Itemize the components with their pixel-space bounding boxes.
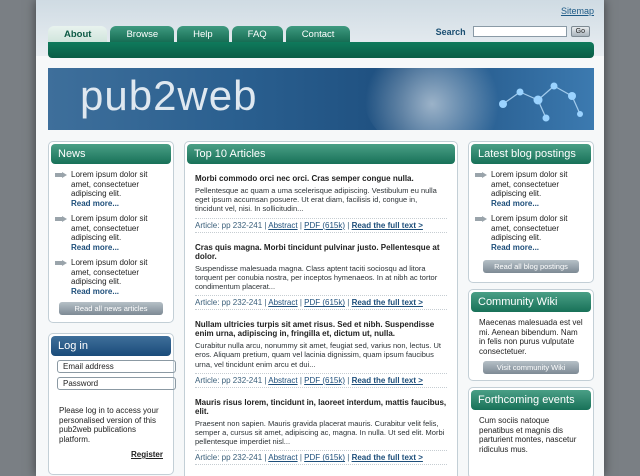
article-meta: Article: pp 232-241 | Abstract | PDF (61… bbox=[195, 295, 447, 311]
article-excerpt: Curabitur nulla arcu, nonummy sit amet, … bbox=[195, 341, 441, 369]
abstract-link[interactable]: Abstract bbox=[268, 221, 297, 230]
article-item: Morbi commodo orci nec orci. Cras semper… bbox=[185, 174, 457, 233]
blog-text: Lorem ipsum dolor sit amet, consectetuer… bbox=[491, 170, 568, 198]
article-pages: Article: pp 232-241 bbox=[195, 298, 263, 308]
search-go-button[interactable]: Go bbox=[570, 26, 590, 37]
article-item: Cras quis magna. Morbi tincidunt pulvina… bbox=[185, 243, 457, 311]
email-field[interactable]: Email address bbox=[57, 360, 176, 373]
login-header: Log in bbox=[51, 336, 171, 356]
pdf-link[interactable]: PDF (615k) bbox=[304, 221, 345, 230]
molecule-graphic bbox=[499, 82, 583, 122]
blog-item: Lorem ipsum dolor sit amet, consectetuer… bbox=[469, 170, 593, 208]
news-item: Lorem ipsum dolor sit amet, consectetuer… bbox=[49, 170, 173, 208]
full-text-link[interactable]: Read the full text > bbox=[352, 298, 423, 307]
pdf-link[interactable]: PDF (615k) bbox=[304, 376, 345, 385]
news-panel: News Lorem ipsum dolor sit amet, consect… bbox=[48, 141, 174, 323]
page: Sitemap About Browse Help FAQ Contact Se… bbox=[36, 0, 604, 476]
sitemap-link[interactable]: Sitemap bbox=[561, 6, 594, 16]
article-title[interactable]: Nullam ultricies turpis sit amet risus. … bbox=[195, 320, 447, 338]
wiki-text: Maecenas malesuada est vel mi. Aenean bi… bbox=[479, 318, 583, 356]
pdf-link[interactable]: PDF (615k) bbox=[304, 453, 345, 462]
login-panel: Log in Email address Password Please log… bbox=[48, 333, 176, 475]
tab-contact[interactable]: Contact bbox=[285, 26, 351, 43]
news-item: Lorem ipsum dolor sit amet, consectetuer… bbox=[49, 214, 173, 252]
full-text-link[interactable]: Read the full text > bbox=[352, 376, 423, 385]
article-item: Mauris risus lorem, tincidunt in, laoree… bbox=[185, 398, 457, 466]
nav-strip bbox=[48, 42, 594, 58]
events-text: Cum sociis natoque penatibus et magnis d… bbox=[479, 416, 577, 454]
tab-about[interactable]: About bbox=[48, 26, 108, 43]
events-panel: Forthcoming events Cum sociis natoque pe… bbox=[468, 387, 594, 476]
bullet-arrow-icon bbox=[55, 216, 67, 222]
bullet-arrow-icon bbox=[55, 172, 67, 178]
tab-browse[interactable]: Browse bbox=[110, 26, 175, 43]
site-logo[interactable]: pub2web bbox=[80, 72, 257, 120]
search-bar: Search Go bbox=[436, 26, 590, 37]
read-all-news-button[interactable]: Read all news articles bbox=[59, 302, 163, 315]
read-more-link[interactable]: Read more... bbox=[71, 199, 119, 208]
login-info: Please log in to access your personalise… bbox=[59, 406, 159, 444]
news-text: Lorem ipsum dolor sit amet, consectetuer… bbox=[71, 170, 148, 198]
bullet-arrow-icon bbox=[475, 172, 487, 178]
bullet-arrow-icon bbox=[55, 260, 67, 266]
banner: pub2web bbox=[48, 68, 594, 130]
abstract-link[interactable]: Abstract bbox=[268, 376, 297, 385]
article-excerpt: Praesent non sapien. Mauris gravida plac… bbox=[195, 418, 445, 447]
abstract-link[interactable]: Abstract bbox=[268, 298, 297, 307]
article-pages: Article: pp 232-241 bbox=[195, 220, 263, 230]
news-header: News bbox=[51, 144, 171, 164]
search-input[interactable] bbox=[472, 26, 567, 37]
article-meta: Article: pp 232-241 | Abstract | PDF (61… bbox=[195, 217, 447, 233]
read-all-blog-button[interactable]: Read all blog postings bbox=[483, 260, 579, 273]
news-item: Lorem ipsum dolor sit amet, consectetuer… bbox=[49, 258, 173, 296]
register-link[interactable]: Register bbox=[131, 450, 163, 459]
main-nav: About Browse Help FAQ Contact bbox=[48, 26, 351, 43]
visit-wiki-button[interactable]: Visit community Wiki bbox=[483, 361, 579, 374]
article-excerpt: Pellentesque ac quam a uma scelerisque a… bbox=[195, 186, 437, 214]
top10-panel: Top 10 Articles Morbi commodo orci nec o… bbox=[184, 141, 458, 476]
blog-panel: Latest blog postings Lorem ipsum dolor s… bbox=[468, 141, 594, 283]
read-more-link[interactable]: Read more... bbox=[71, 287, 119, 296]
wiki-panel: Community Wiki Maecenas malesuada est ve… bbox=[468, 289, 594, 381]
article-pages: Article: pp 232-241 bbox=[195, 453, 263, 463]
blog-header: Latest blog postings bbox=[471, 144, 591, 164]
blog-text: Lorem ipsum dolor sit amet, consectetuer… bbox=[491, 214, 568, 242]
news-text: Lorem ipsum dolor sit amet, consectetuer… bbox=[71, 258, 148, 286]
events-header: Forthcoming events bbox=[471, 390, 591, 410]
full-text-link[interactable]: Read the full text > bbox=[352, 453, 423, 462]
article-meta: Article: pp 232-241 | Abstract | PDF (61… bbox=[195, 450, 447, 466]
tab-help[interactable]: Help bbox=[177, 26, 229, 43]
news-text: Lorem ipsum dolor sit amet, consectetuer… bbox=[71, 214, 148, 242]
article-title[interactable]: Cras quis magna. Morbi tincidunt pulvina… bbox=[195, 243, 447, 261]
read-more-link[interactable]: Read more... bbox=[491, 243, 539, 252]
abstract-link[interactable]: Abstract bbox=[268, 453, 297, 462]
article-pages: Article: pp 232-241 bbox=[195, 375, 263, 385]
top10-header: Top 10 Articles bbox=[187, 144, 455, 164]
read-more-link[interactable]: Read more... bbox=[71, 243, 119, 252]
tab-faq[interactable]: FAQ bbox=[231, 26, 283, 43]
article-title[interactable]: Morbi commodo orci nec orci. Cras semper… bbox=[195, 174, 447, 183]
article-excerpt: Suspendisse malesuada magna. Class apten… bbox=[195, 263, 438, 292]
wiki-header: Community Wiki bbox=[471, 292, 591, 312]
pdf-link[interactable]: PDF (615k) bbox=[304, 298, 345, 307]
article-meta: Article: pp 232-241 | Abstract | PDF (61… bbox=[195, 372, 447, 388]
blog-item: Lorem ipsum dolor sit amet, consectetuer… bbox=[469, 214, 593, 252]
password-field[interactable]: Password bbox=[57, 377, 176, 390]
full-text-link[interactable]: Read the full text > bbox=[352, 221, 423, 230]
article-item: Nullam ultricies turpis sit amet risus. … bbox=[185, 320, 457, 388]
article-title[interactable]: Mauris risus lorem, tincidunt in, laoree… bbox=[195, 398, 447, 416]
search-label: Search bbox=[435, 26, 466, 37]
bullet-arrow-icon bbox=[475, 216, 487, 222]
read-more-link[interactable]: Read more... bbox=[491, 199, 539, 208]
